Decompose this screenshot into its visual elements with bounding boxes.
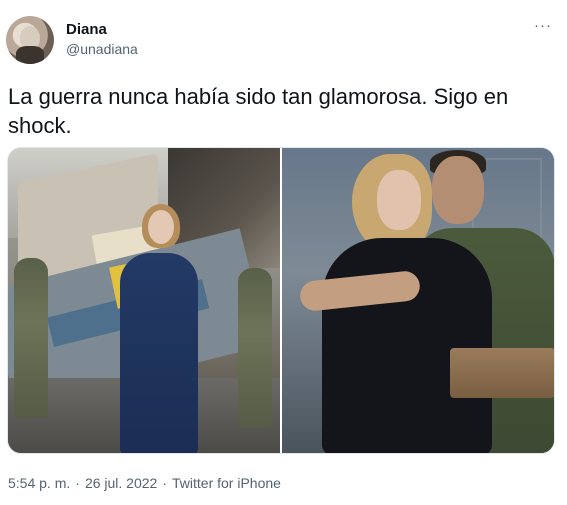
- tweet-text: La guerra nunca había sido tan glamorosa…: [8, 84, 509, 138]
- tweet-media: [7, 147, 555, 454]
- media-photo-2[interactable]: [282, 148, 554, 453]
- meta-separator: ·: [75, 475, 80, 491]
- more-horizontal-icon[interactable]: ···: [531, 18, 555, 38]
- media-photo-1[interactable]: [8, 148, 280, 453]
- meta-separator: ·: [162, 475, 168, 491]
- tweet-time[interactable]: 5:54 p. m.: [8, 474, 70, 492]
- user-info[interactable]: Diana @unadiana: [66, 20, 138, 59]
- avatar[interactable]: [6, 16, 54, 64]
- user-handle[interactable]: @unadiana: [66, 40, 138, 59]
- avatar-body: [16, 46, 44, 64]
- tweet-source[interactable]: Twitter for iPhone: [172, 474, 281, 492]
- tweet: Diana @unadiana ··· La guerra nunca habí…: [0, 0, 567, 505]
- tweet-date[interactable]: 26 jul. 2022: [85, 474, 157, 492]
- tweet-meta: 5:54 p. m. · 26 jul. 2022 · Twitter for …: [8, 474, 281, 492]
- display-name[interactable]: Diana: [66, 20, 138, 39]
